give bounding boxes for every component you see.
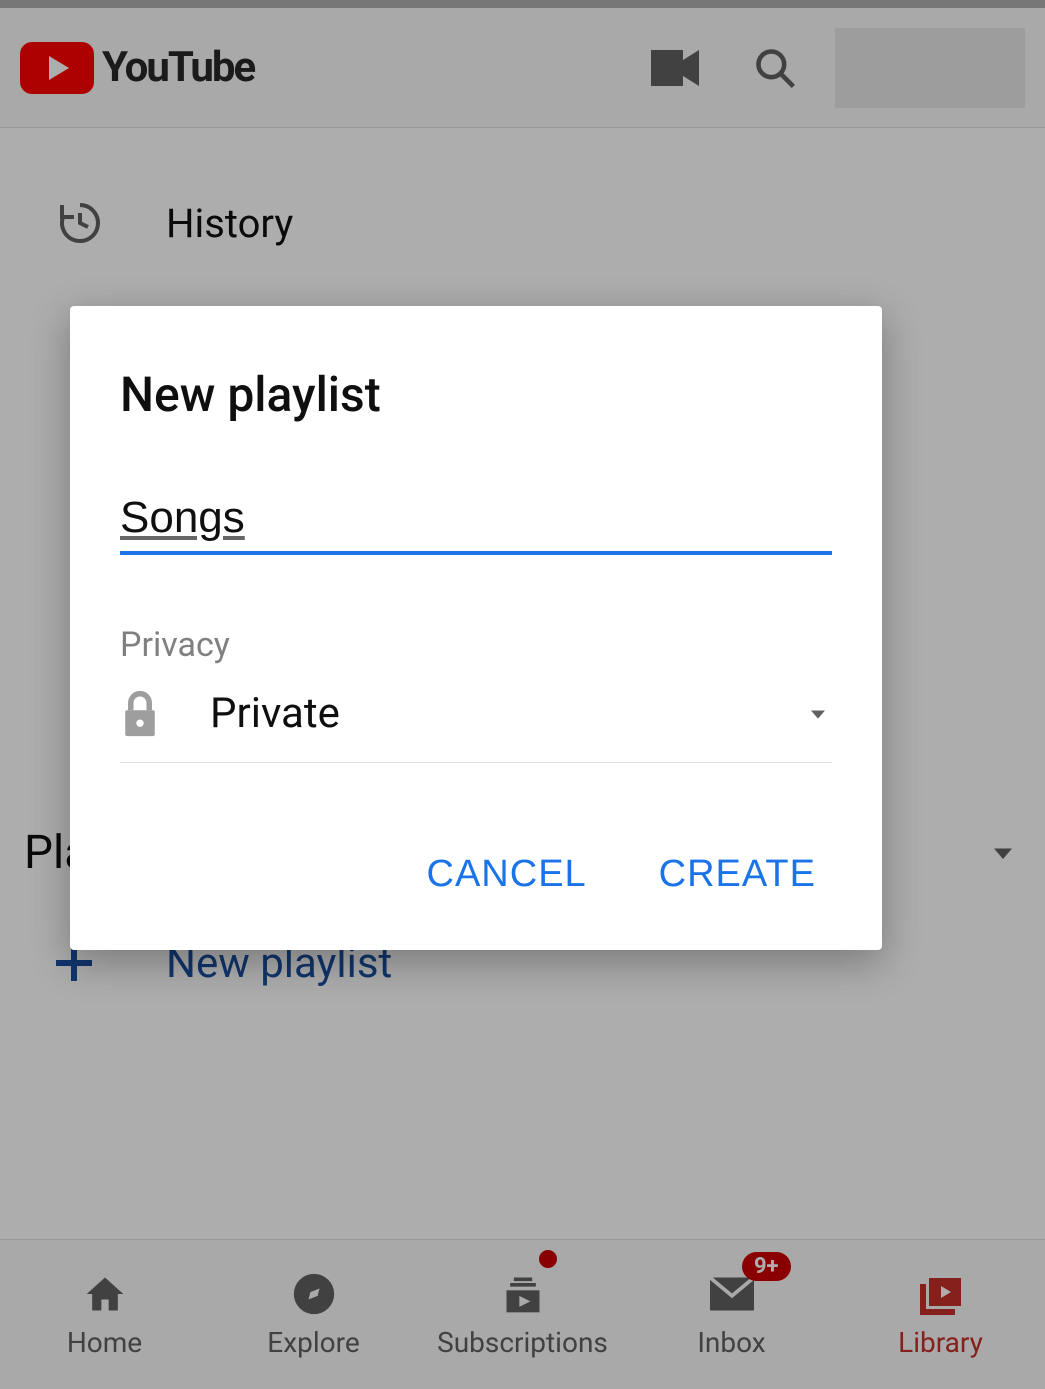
dropdown-caret-icon <box>804 700 832 728</box>
dialog-title: New playlist <box>120 366 832 423</box>
create-button[interactable]: CREATE <box>653 843 822 906</box>
new-playlist-dialog: New playlist Privacy Private CANCEL CREA… <box>70 306 882 950</box>
privacy-dropdown[interactable]: Private <box>120 689 832 763</box>
privacy-label: Privacy <box>120 625 832 665</box>
app-root: YouTube History Playlists New <box>0 0 1045 1389</box>
playlist-title-input[interactable] <box>120 493 832 543</box>
dialog-actions: CANCEL CREATE <box>120 843 832 906</box>
cancel-button[interactable]: CANCEL <box>421 843 593 906</box>
lock-icon <box>120 690 180 738</box>
privacy-value: Private <box>210 689 804 738</box>
playlist-title-field[interactable] <box>120 493 832 555</box>
